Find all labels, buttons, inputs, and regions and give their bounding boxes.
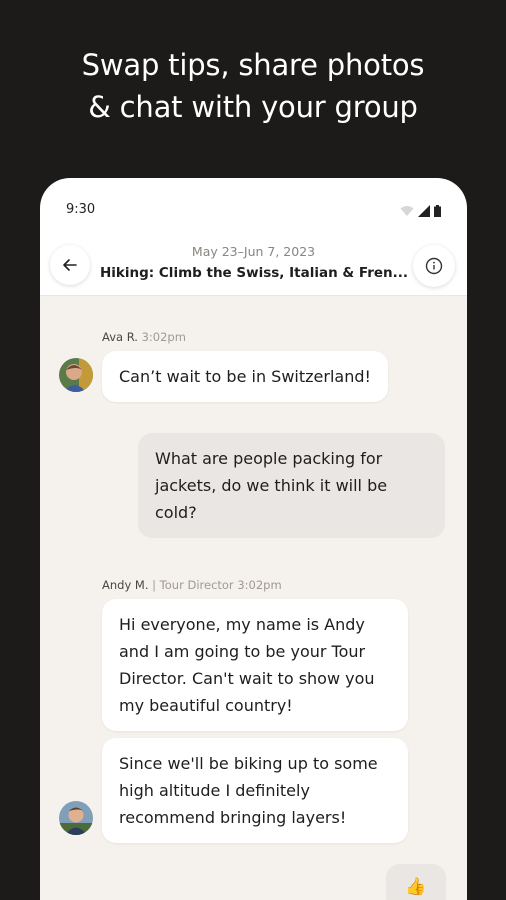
phone-frame: 9:30 May 23–Jun 7, 2023 Hiking: Climb th…: [40, 178, 467, 900]
message-line: high altitude I definitely: [119, 781, 310, 800]
info-button[interactable]: [413, 245, 455, 287]
message-line: Hi everyone, my name is Andy: [119, 615, 365, 634]
message-time: 3:02pm: [141, 330, 186, 344]
sender-role: | Tour Director: [152, 578, 234, 592]
promo-line-2: & chat with your group: [88, 90, 418, 124]
signal-icon: [418, 205, 430, 217]
message-bubble[interactable]: Since we'll be biking up to some high al…: [102, 738, 408, 843]
message-line: Since we'll be biking up to some: [119, 754, 378, 773]
avatar-photo: [59, 358, 93, 392]
sender-name: Andy M.: [102, 578, 149, 592]
trip-title: Hiking: Climb the Swiss, Italian & Fren.…: [100, 265, 407, 281]
message-meta: Ava R. 3:02pm: [102, 330, 186, 344]
avatar[interactable]: [59, 358, 93, 392]
wifi-icon: [400, 206, 414, 216]
message-line: recommend bringing layers!: [119, 808, 347, 827]
message-line: and I am going to be your Tour: [119, 642, 366, 661]
message-line: What are people packing for: [155, 449, 383, 468]
battery-icon: [434, 205, 441, 217]
info-icon: [425, 257, 443, 275]
trip-dates: May 23–Jun 7, 2023: [191, 244, 316, 259]
message-text: Can’t wait to be in Switzerland!: [119, 367, 371, 386]
status-time: 9:30: [66, 202, 96, 217]
back-button[interactable]: [50, 245, 90, 285]
avatar-photo: [59, 801, 93, 835]
message-time: 3:02pm: [237, 578, 282, 592]
message-line: cold?: [155, 503, 197, 522]
message-bubble[interactable]: Can’t wait to be in Switzerland!: [102, 351, 388, 402]
status-bar: 9:30: [40, 178, 467, 240]
promo-line-1: Swap tips, share photos: [81, 48, 425, 82]
arrow-left-icon: [63, 259, 77, 271]
promo-headline: Swap tips, share photos & chat with your…: [0, 44, 506, 128]
chat-header: May 23–Jun 7, 2023 Hiking: Climb the Swi…: [40, 240, 467, 296]
avatar[interactable]: [59, 801, 93, 835]
my-message-bubble[interactable]: What are people packing for jackets, do …: [138, 433, 445, 538]
status-icons: [400, 205, 441, 217]
my-message-bubble[interactable]: 👍: [386, 864, 446, 900]
message-line: jackets, do we think it will be: [155, 476, 388, 495]
message-line: Director. Can't wait to show you: [119, 669, 375, 688]
message-line: my beautiful country!: [119, 696, 293, 715]
message-meta: Andy M. | Tour Director 3:02pm: [102, 578, 282, 592]
sender-name: Ava R.: [102, 330, 138, 344]
message-bubble[interactable]: Hi everyone, my name is Andy and I am go…: [102, 599, 408, 731]
chat-thread[interactable]: Ava R. 3:02pm Can’t wait to be in Switze…: [40, 296, 467, 900]
thumbs-up-emoji: 👍: [405, 877, 427, 897]
